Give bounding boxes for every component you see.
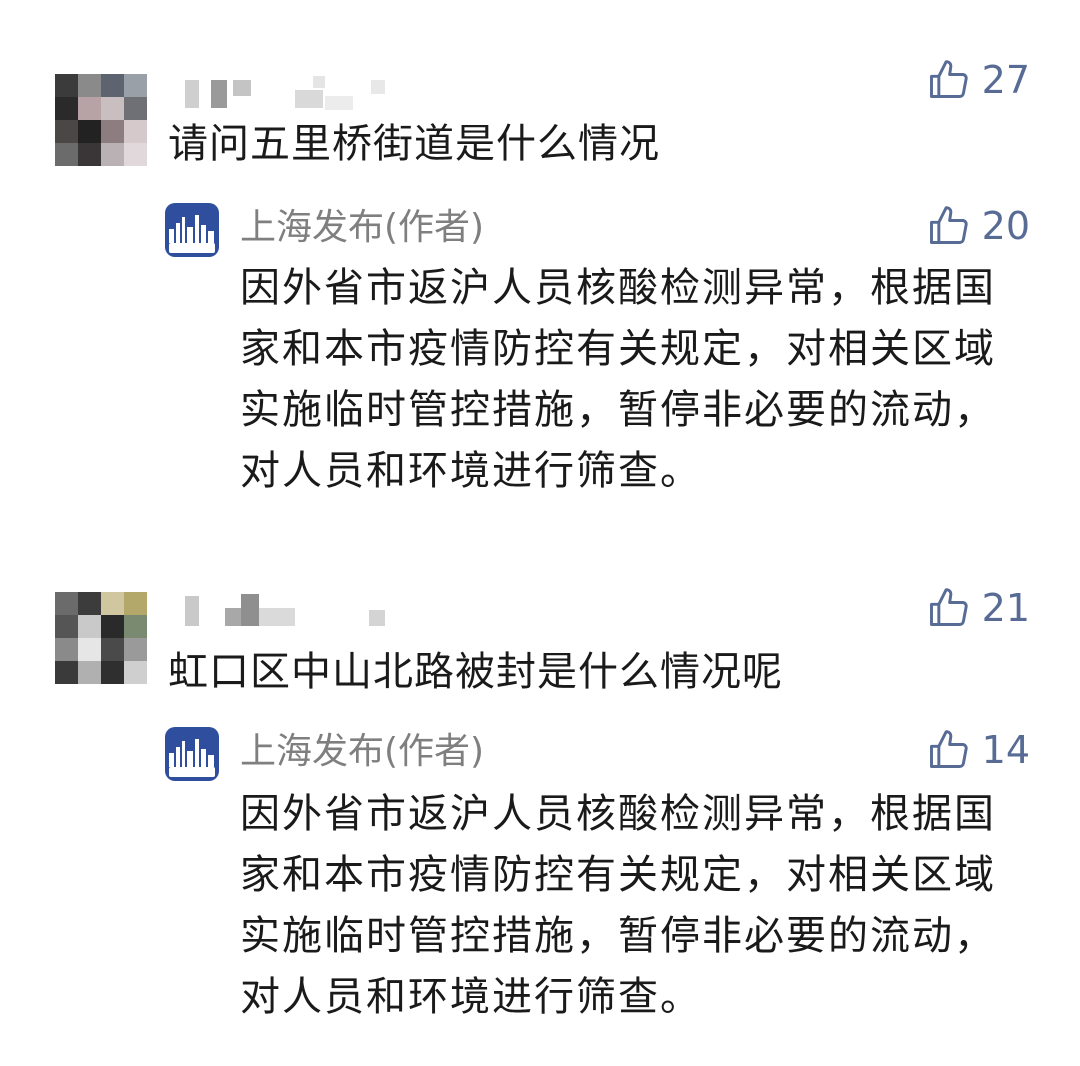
author-name[interactable]: 上海发布(作者) [240,730,484,774]
avatar[interactable] [55,592,147,684]
like-button[interactable]: 27 [926,58,1030,102]
comment-text: 请问五里桥街道是什么情况 [168,121,660,167]
shanghai-release-logo-icon [169,215,214,243]
like-count: 20 [981,204,1030,248]
like-button[interactable]: 20 [926,204,1030,248]
reply-text: 因外省市返沪人员核酸检测异常，根据国家和本市疫情防控有关规定，对相关区域实施临时… [240,265,996,494]
like-count: 21 [981,586,1030,630]
thumbs-up-icon [929,206,968,244]
thumbs-up-icon [929,730,968,768]
shanghai-release-logo-icon [169,739,214,767]
like-count: 27 [981,58,1030,102]
nickname-redacted [185,76,415,110]
author-name[interactable]: 上海发布(作者) [240,206,484,250]
like-count: 14 [981,728,1030,772]
like-button[interactable]: 14 [926,728,1030,772]
like-button[interactable]: 21 [926,586,1030,630]
comment-text: 虹口区中山北路被封是什么情况呢 [168,649,783,695]
reply-text: 因外省市返沪人员核酸检测异常，根据国家和本市疫情防控有关规定，对相关区域实施临时… [240,791,996,1020]
nickname-redacted [185,594,415,628]
author-avatar[interactable] [165,203,219,257]
thumbs-up-icon [929,60,968,98]
avatar[interactable] [55,74,147,166]
author-avatar[interactable] [165,727,219,781]
thumbs-up-icon [929,588,968,626]
